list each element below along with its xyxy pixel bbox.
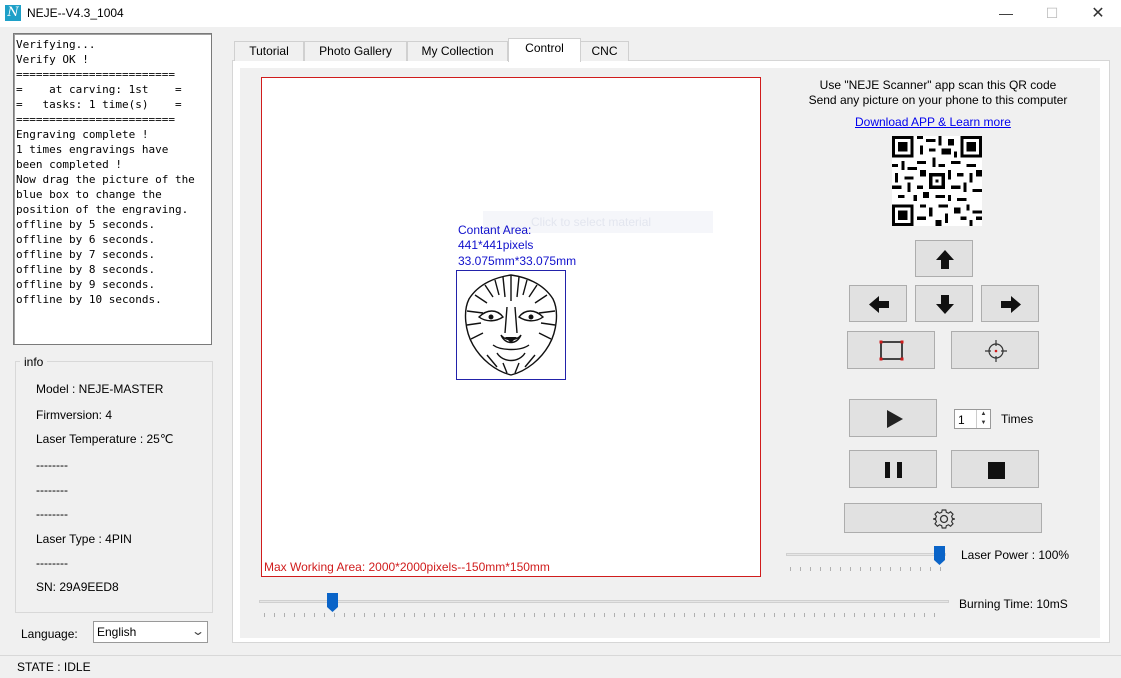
move-left-button[interactable] bbox=[849, 285, 907, 322]
log-line: offline by 6 seconds. bbox=[16, 233, 156, 246]
log-line: offline by 7 seconds. bbox=[16, 248, 156, 261]
tab-control[interactable]: Control bbox=[508, 38, 581, 62]
start-button[interactable] bbox=[849, 399, 937, 437]
qr-code bbox=[892, 136, 982, 226]
burning-time-ticks bbox=[264, 613, 944, 617]
log-line: Engraving complete ! bbox=[16, 128, 149, 141]
laser-power-label: Laser Power : 100% bbox=[961, 548, 1070, 562]
status-bar bbox=[0, 655, 1121, 678]
content-area-pixels: 441*441pixels bbox=[458, 238, 534, 252]
log-line: offline by 8 seconds. bbox=[16, 263, 156, 276]
spin-up-icon[interactable]: ▲ bbox=[976, 410, 990, 419]
content-area-mm: 33.075mm*33.075mm bbox=[458, 254, 577, 268]
center-button[interactable] bbox=[951, 331, 1039, 369]
info-serial-number: SN: 29A9EED8 bbox=[36, 580, 119, 594]
stop-icon bbox=[988, 462, 1005, 479]
slider-thumb-icon bbox=[326, 593, 338, 612]
info-laser-temperature: Laser Temperature : 25℃ bbox=[36, 432, 174, 446]
log-output[interactable]: Verifying... Verify OK ! ===============… bbox=[13, 33, 212, 345]
settings-button[interactable] bbox=[844, 503, 1042, 533]
qr-instruction-1: Use "NEJE Scanner" app scan this QR code bbox=[819, 78, 1057, 92]
info-firmversion: Firmversion: 4 bbox=[36, 408, 113, 422]
frame-icon bbox=[879, 340, 904, 361]
language-value: English bbox=[97, 625, 137, 639]
burning-time-label: Burning Time: 10mS bbox=[959, 597, 1068, 611]
qr-instruction-2: Send any picture on your phone to this c… bbox=[808, 93, 1068, 107]
engraving-image[interactable] bbox=[456, 270, 566, 380]
app-logo-icon: N bbox=[5, 5, 21, 21]
info-model: Model : NEJE-MASTER bbox=[36, 382, 164, 396]
spin-down-icon[interactable]: ▼ bbox=[976, 419, 990, 428]
window-title: NEJE--V4.3_1004 bbox=[27, 6, 124, 20]
arrow-up-icon bbox=[936, 250, 954, 269]
minimize-button[interactable]: — bbox=[983, 0, 1029, 27]
pause-icon bbox=[885, 462, 902, 478]
times-value: 1 bbox=[958, 413, 965, 427]
qr-code-icon bbox=[892, 136, 982, 226]
burning-time-thumb[interactable] bbox=[326, 593, 338, 612]
tab-my-collection[interactable]: My Collection bbox=[407, 41, 508, 61]
gear-icon bbox=[933, 509, 955, 529]
crosshair-icon bbox=[985, 340, 1007, 362]
language-select[interactable]: English ⌄ bbox=[93, 621, 208, 643]
burning-time-track[interactable] bbox=[259, 600, 949, 603]
log-line: ======================== bbox=[16, 113, 175, 126]
preview-frame-button[interactable] bbox=[847, 331, 935, 369]
log-line: ======================== bbox=[16, 68, 175, 81]
times-spinbox[interactable]: 1 ▲ ▼ bbox=[954, 409, 991, 429]
tab-tutorial[interactable]: Tutorial bbox=[234, 41, 304, 61]
move-down-button[interactable] bbox=[915, 285, 973, 322]
log-line: offline by 5 seconds. bbox=[16, 218, 156, 231]
laser-power-track[interactable] bbox=[786, 553, 946, 556]
max-working-area-label: Max Working Area: 2000*2000pixels--150mm… bbox=[264, 560, 550, 574]
move-right-button[interactable] bbox=[981, 285, 1039, 322]
slider-thumb-icon bbox=[934, 546, 945, 565]
status-text: STATE : IDLE bbox=[17, 660, 91, 674]
arrow-down-icon bbox=[936, 295, 954, 314]
laser-power-thumb[interactable] bbox=[934, 546, 945, 565]
info-legend: info bbox=[20, 355, 48, 369]
arrow-right-icon bbox=[1001, 296, 1021, 313]
arrow-left-icon bbox=[869, 296, 889, 313]
language-label: Language: bbox=[21, 627, 78, 641]
info-separator: -------- bbox=[36, 556, 68, 570]
download-app-link[interactable]: Download APP & Learn more bbox=[855, 115, 1011, 129]
log-line: been completed ! bbox=[16, 158, 122, 171]
tab-photo-gallery[interactable]: Photo Gallery bbox=[304, 41, 407, 61]
log-line: position of the engraving. bbox=[16, 203, 189, 216]
content-area-title: Contant Area: bbox=[458, 223, 532, 237]
log-line: = tasks: 1 time(s) = bbox=[16, 98, 182, 111]
log-line: = at carving: 1st = bbox=[16, 83, 182, 96]
log-line: 1 times engravings have bbox=[16, 143, 169, 156]
times-label: Times bbox=[1001, 412, 1034, 426]
pause-button[interactable] bbox=[849, 450, 937, 488]
log-line: Verify OK ! bbox=[16, 53, 89, 66]
title-bar: N NEJE--V4.3_1004 — ☐ ✕ bbox=[0, 0, 1121, 27]
maximize-button[interactable]: ☐ bbox=[1029, 0, 1075, 27]
play-icon bbox=[887, 410, 903, 428]
info-separator: -------- bbox=[36, 507, 68, 521]
log-line: offline by 9 seconds. bbox=[16, 278, 156, 291]
move-up-button[interactable] bbox=[915, 240, 973, 277]
info-separator: -------- bbox=[36, 458, 68, 472]
close-button[interactable]: ✕ bbox=[1075, 0, 1121, 27]
log-line: offline by 10 seconds. bbox=[16, 293, 162, 306]
laser-power-ticks bbox=[790, 567, 945, 571]
tiger-image bbox=[457, 271, 565, 379]
info-laser-type: Laser Type : 4PIN bbox=[36, 532, 132, 546]
chevron-down-icon: ⌄ bbox=[190, 624, 206, 638]
stop-button[interactable] bbox=[951, 450, 1039, 488]
info-separator: -------- bbox=[36, 483, 68, 497]
log-line: Verifying... bbox=[16, 38, 96, 51]
log-line: Now drag the picture of the bbox=[16, 173, 195, 186]
log-line: blue box to change the bbox=[16, 188, 162, 201]
tab-cnc[interactable]: CNC bbox=[580, 41, 629, 61]
